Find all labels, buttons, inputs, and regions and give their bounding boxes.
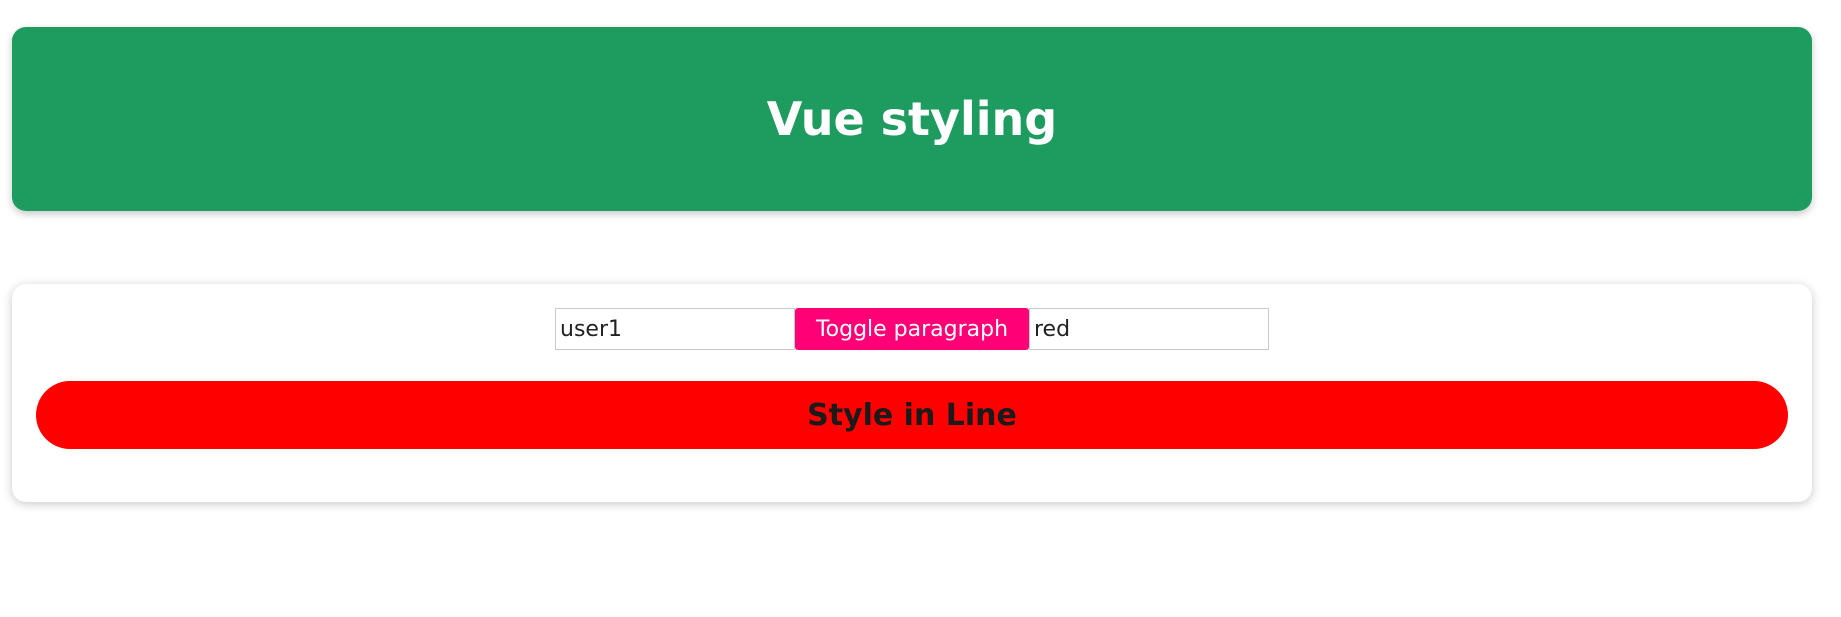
user-class-input[interactable] — [555, 308, 795, 350]
styling-card: Toggle paragraph Style in Line — [12, 284, 1812, 502]
inline-styled-paragraph: Style in Line — [36, 381, 1788, 449]
color-input[interactable] — [1029, 308, 1269, 350]
toggle-paragraph-button[interactable]: Toggle paragraph — [795, 308, 1029, 350]
page-header: Vue styling — [12, 27, 1812, 211]
page-title: Vue styling — [766, 92, 1058, 146]
controls-row: Toggle paragraph — [555, 308, 1269, 350]
